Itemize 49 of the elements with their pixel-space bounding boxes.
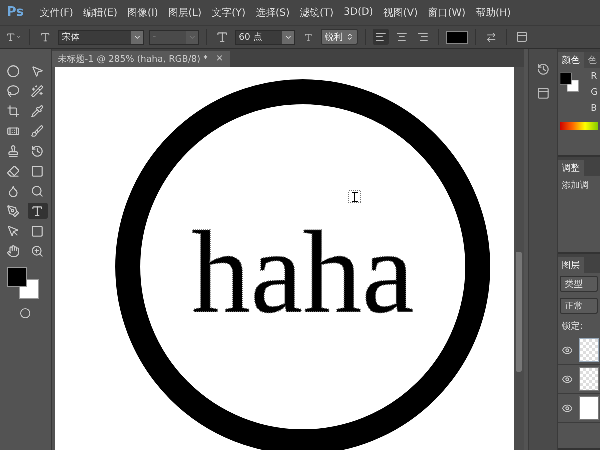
layer-filter-field[interactable]: 类型 [560,276,598,292]
font-size-dropdown[interactable]: 60 点 [235,30,295,44]
layer-thumbnail[interactable] [579,396,599,420]
font-family-dropdown[interactable]: 宋体 [58,30,144,44]
tool-icon[interactable] [28,203,48,219]
scrollbar-thumb[interactable] [516,252,522,372]
document-tab[interactable]: 未标题-1 @ 285% (haha, RGB/8) * × [52,51,230,67]
align-button[interactable] [373,29,389,45]
canvas-text: haha [192,207,414,338]
text-cursor-icon [348,190,362,204]
blend-mode-dropdown[interactable]: 正常 [560,298,598,314]
menu-item[interactable]: 文字(Y) [206,6,251,20]
panel-tab[interactable]: 色 [584,52,600,68]
color-swatches-drawing[interactable] [6,267,38,299]
align-icon [417,31,429,43]
channel-label: B [591,104,598,114]
caret-icon [16,33,22,41]
channel-label: G [591,88,598,98]
eye-icon[interactable] [562,374,573,385]
close-icon[interactable]: × [216,54,224,64]
eye-icon[interactable] [562,402,573,414]
menu-item[interactable]: 编辑(E) [78,6,123,20]
menu-item[interactable]: 帮助(H) [470,6,516,20]
align-icon [396,31,408,43]
panel-hint: 添加调 [562,180,589,192]
menu-item[interactable]: 图像(I) [122,6,164,20]
eye-icon[interactable] [562,344,573,356]
app-logo: Ps [6,5,26,20]
menu-item[interactable]: 图层(L) [163,6,207,20]
channel-label: R [591,72,598,82]
color-spectrum[interactable] [560,122,598,130]
layer-thumbnail[interactable] [579,367,599,392]
antialias-select[interactable]: 锐利 [321,29,358,45]
updown-arrows-icon [346,33,354,41]
panel-tab[interactable]: 图层 [558,257,584,274]
menu-item[interactable]: 滤镜(T) [294,6,339,20]
panel-toggle-icon[interactable] [514,29,530,45]
menu-item[interactable]: 窗口(W) [423,6,471,20]
menu-item[interactable]: 视图(V) [378,6,424,20]
menu-item[interactable]: 3D(D) [338,7,378,18]
layer-thumbnail[interactable] [579,338,599,362]
menu-item[interactable]: 文件(F) [35,6,79,20]
align-icon [375,31,387,43]
panel-tab[interactable]: 颜色 [558,52,584,68]
menu-item[interactable]: 选择(S) [250,6,295,20]
panel-tab[interactable]: 调整 [558,160,584,176]
lock-label: 锁定: [562,320,584,334]
text-color-swatch[interactable] [446,30,468,44]
color-swatches-drawing[interactable] [560,72,580,93]
